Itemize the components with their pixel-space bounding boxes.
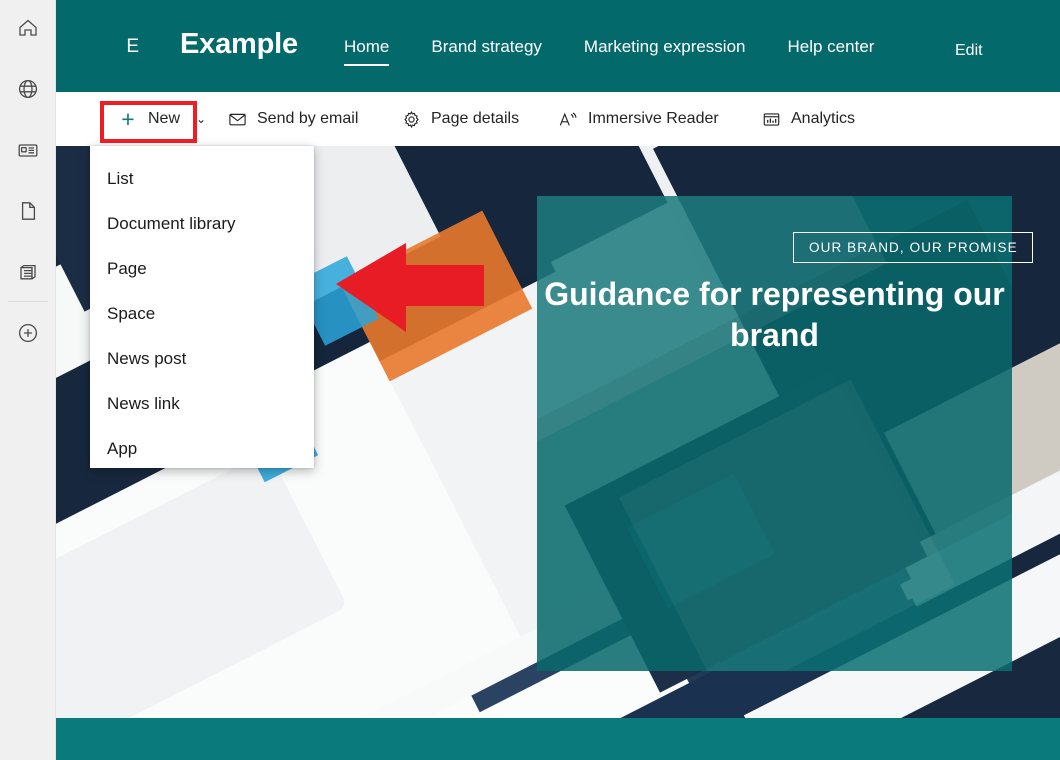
menu-item-list[interactable]: List: [90, 156, 314, 201]
site-title: Example: [180, 28, 298, 60]
menu-item-app[interactable]: App: [90, 426, 314, 471]
new-button[interactable]: + New ⌄: [108, 101, 216, 137]
nav-item-home[interactable]: Home: [344, 36, 390, 66]
site-header: E Example Home Brand strategy Marketing …: [56, 0, 1060, 92]
send-by-email-button[interactable]: Send by email: [227, 101, 358, 137]
rail-item-create[interactable]: [0, 310, 56, 356]
menu-item-news-link[interactable]: News link: [90, 381, 314, 426]
create-icon: [16, 321, 40, 345]
page-footer-band: [56, 718, 1060, 760]
page-details-button[interactable]: Page details: [401, 101, 519, 137]
sharepoint-page: E Example Home Brand strategy Marketing …: [0, 0, 1060, 760]
send-by-email-label: Send by email: [257, 110, 359, 127]
hero-eyebrow-badge: OUR BRAND, OUR PROMISE: [793, 232, 1033, 263]
rail-item-lists[interactable]: [0, 249, 56, 295]
nav-item-help-center[interactable]: Help center: [788, 36, 875, 66]
immersive-reader-label: Immersive Reader: [588, 110, 719, 127]
app-rail: [0, 0, 56, 760]
gear-icon: [401, 109, 421, 129]
rail-item-home[interactable]: [0, 5, 56, 51]
menu-item-space[interactable]: Space: [90, 291, 314, 336]
home-icon: [16, 16, 40, 40]
globe-icon: [16, 77, 40, 101]
page-details-label: Page details: [431, 110, 520, 127]
list-icon: [16, 260, 40, 284]
new-dropdown-menu: List Document library Page Space News po…: [90, 146, 314, 468]
plus-icon: +: [121, 105, 135, 132]
rail-item-files[interactable]: [0, 188, 56, 234]
annotation-arrow-left-icon: [336, 243, 484, 341]
rail-item-my-sites[interactable]: [0, 66, 56, 112]
menu-item-page[interactable]: Page: [90, 246, 314, 291]
analytics-label: Analytics: [791, 110, 856, 127]
menu-item-document-library[interactable]: Document library: [90, 201, 314, 246]
analytics-icon: [761, 109, 781, 129]
rail-divider: [8, 301, 48, 302]
site-navigation: Home Brand strategy Marketing expression…: [344, 36, 916, 66]
nav-item-marketing-expression[interactable]: Marketing expression: [584, 36, 746, 66]
menu-item-news-post[interactable]: News post: [90, 336, 314, 381]
immersive-reader-button[interactable]: Immersive Reader: [558, 101, 719, 137]
envelope-icon: [227, 109, 247, 129]
nav-item-brand-strategy[interactable]: Brand strategy: [431, 36, 542, 66]
news-icon: [16, 138, 40, 162]
immersive-reader-icon: [558, 109, 578, 129]
site-logo: E: [126, 36, 140, 57]
new-button-label: New: [148, 110, 181, 127]
hero-heading: Guidance for representing our brand: [544, 276, 1005, 353]
command-bar: + New ⌄ Send by email Page details Immer…: [56, 92, 1060, 146]
document-icon: [16, 199, 40, 223]
chevron-down-icon: ⌄: [196, 112, 207, 126]
analytics-button[interactable]: Analytics: [761, 101, 855, 137]
rail-item-news[interactable]: [0, 127, 56, 173]
edit-navigation-link[interactable]: Edit: [955, 42, 983, 60]
hero-overlay-card: [537, 196, 1012, 671]
